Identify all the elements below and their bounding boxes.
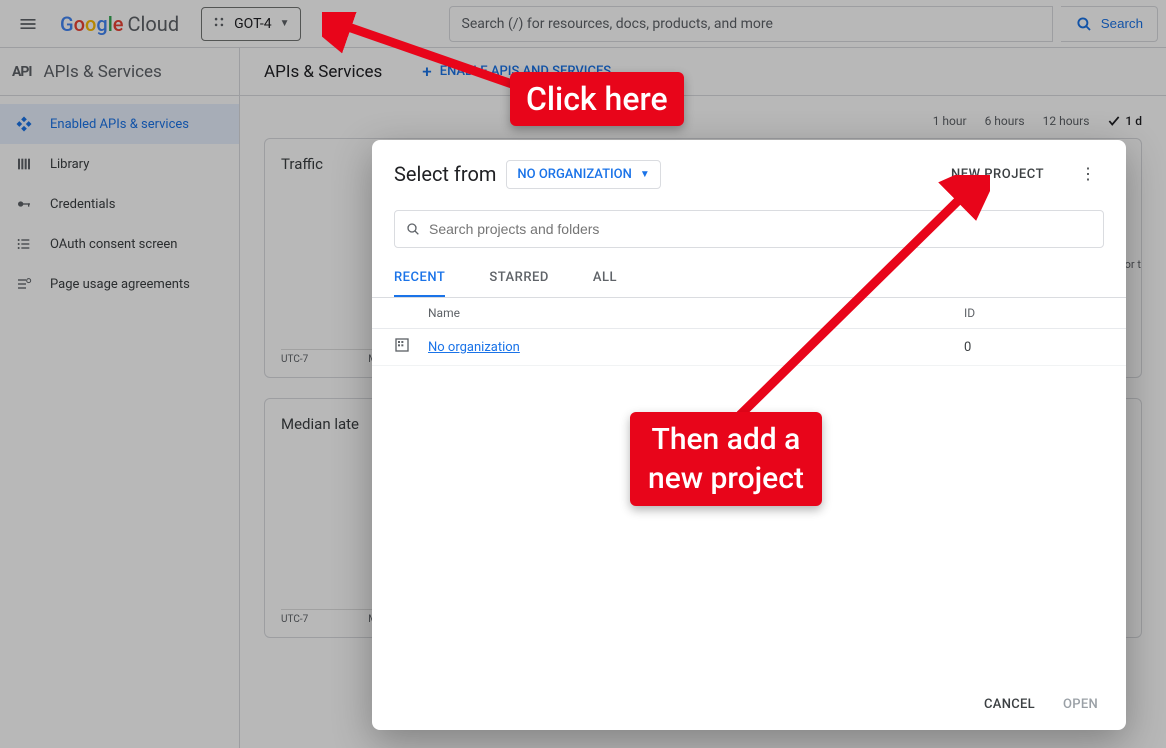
page-title: APIs & Services bbox=[264, 62, 382, 82]
table-row[interactable]: No organization 0 bbox=[372, 329, 1126, 366]
project-selector-button[interactable]: GOT-4 ▼ bbox=[201, 7, 300, 41]
time-range-1h[interactable]: 1 hour bbox=[933, 114, 967, 128]
time-range-row: 1 hour 6 hours 12 hours 1 d bbox=[240, 96, 1166, 138]
project-selector-label: GOT-4 bbox=[234, 16, 272, 32]
project-search-field[interactable] bbox=[429, 221, 1093, 237]
sidebar-item-credentials[interactable]: Credentials bbox=[0, 184, 239, 224]
search-placeholder-text: Search (/) for resources, docs, products… bbox=[462, 16, 773, 32]
global-search-input[interactable]: Search (/) for resources, docs, products… bbox=[449, 6, 1053, 42]
google-cloud-logo: Google Cloud bbox=[60, 12, 179, 36]
column-header-id: ID bbox=[964, 306, 1104, 320]
search-button-label: Search bbox=[1101, 16, 1143, 31]
hamburger-menu-button[interactable] bbox=[8, 4, 48, 44]
sidebar-item-label: Credentials bbox=[50, 197, 115, 212]
consent-screen-icon bbox=[14, 236, 34, 252]
new-project-button[interactable]: NEW PROJECT bbox=[951, 167, 1044, 182]
sidebar-item-label: Page usage agreements bbox=[50, 277, 190, 292]
organization-dropdown[interactable]: NO ORGANIZATION ▼ bbox=[506, 160, 660, 189]
sidebar-item-label: Enabled APIs & services bbox=[50, 117, 189, 132]
more-vert-icon: ⋮ bbox=[1080, 164, 1096, 184]
search-icon bbox=[1075, 15, 1093, 33]
project-search-input[interactable] bbox=[394, 210, 1104, 248]
sidebar-item-library[interactable]: Library bbox=[0, 144, 239, 184]
api-product-icon: API bbox=[12, 64, 32, 80]
diamond-icon bbox=[14, 116, 34, 132]
row-id-value: 0 bbox=[964, 340, 1104, 355]
sidebar-item-label: Library bbox=[50, 157, 89, 172]
more-options-button[interactable]: ⋮ bbox=[1072, 158, 1104, 190]
sidebar: API APIs & Services Enabled APIs & servi… bbox=[0, 48, 240, 748]
sidebar-product-row: API APIs & Services bbox=[0, 48, 239, 96]
chart-tz-label: UTC-7 bbox=[281, 614, 308, 625]
search-button[interactable]: Search bbox=[1061, 6, 1158, 42]
annotation-callout-2: Then add a new project bbox=[630, 412, 822, 506]
column-header-name: Name bbox=[394, 306, 964, 320]
search-icon bbox=[405, 221, 421, 237]
dropdown-caret-icon: ▼ bbox=[640, 169, 650, 180]
open-button[interactable]: OPEN bbox=[1063, 697, 1098, 712]
time-range-6h[interactable]: 6 hours bbox=[985, 114, 1025, 128]
hexagon-icon bbox=[212, 15, 226, 33]
tab-starred[interactable]: STARRED bbox=[489, 270, 549, 297]
row-name-link[interactable]: No organization bbox=[428, 340, 964, 355]
sidebar-title: APIs & Services bbox=[44, 62, 162, 82]
sidebar-item-agreements[interactable]: Page usage agreements bbox=[0, 264, 239, 304]
main-header: APIs & Services + ENABLE APIS AND SERVIC… bbox=[240, 48, 1166, 96]
organization-icon bbox=[394, 337, 414, 357]
tab-recent[interactable]: RECENT bbox=[394, 270, 445, 297]
top-header: Google Cloud GOT-4 ▼ Search (/) for reso… bbox=[0, 0, 1166, 48]
cancel-button[interactable]: CANCEL bbox=[984, 697, 1035, 712]
time-range-1d[interactable]: 1 d bbox=[1107, 114, 1142, 128]
modal-title: Select from bbox=[394, 162, 496, 186]
plus-icon: + bbox=[422, 62, 431, 82]
sidebar-item-label: OAuth consent screen bbox=[50, 237, 177, 252]
sidebar-item-enabled-apis[interactable]: Enabled APIs & services bbox=[0, 104, 239, 144]
sidebar-item-oauth-consent[interactable]: OAuth consent screen bbox=[0, 224, 239, 264]
chart-tz-label: UTC-7 bbox=[281, 354, 308, 365]
dropdown-caret-icon: ▼ bbox=[280, 18, 290, 29]
library-icon bbox=[14, 156, 34, 172]
tab-all[interactable]: ALL bbox=[593, 270, 617, 297]
key-icon bbox=[14, 196, 34, 212]
annotation-callout-1: Click here bbox=[510, 72, 684, 126]
settings-list-icon bbox=[14, 276, 34, 292]
check-icon bbox=[1107, 114, 1121, 128]
time-range-12h[interactable]: 12 hours bbox=[1043, 114, 1090, 128]
hamburger-icon bbox=[18, 14, 38, 34]
